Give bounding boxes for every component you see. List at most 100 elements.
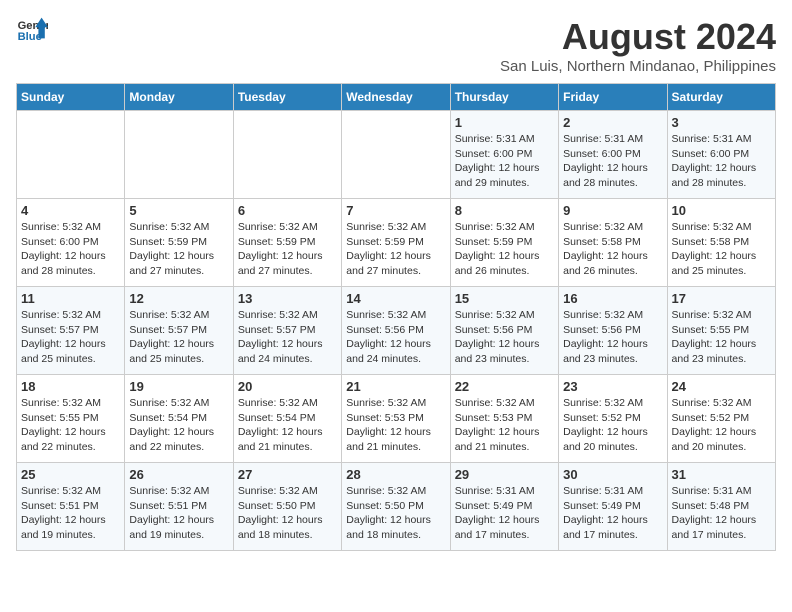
day-info: Sunrise: 5:32 AM Sunset: 5:50 PM Dayligh… bbox=[346, 484, 445, 543]
calendar-cell: 20 Sunrise: 5:32 AM Sunset: 5:54 PM Dayli… bbox=[233, 375, 341, 463]
weekday-header-row: SundayMondayTuesdayWednesdayThursdayFrid… bbox=[17, 84, 776, 111]
day-number: 9 bbox=[563, 203, 662, 218]
day-number: 20 bbox=[238, 379, 337, 394]
day-number: 19 bbox=[129, 379, 228, 394]
day-number: 15 bbox=[455, 291, 554, 306]
day-info: Sunrise: 5:31 AM Sunset: 5:49 PM Dayligh… bbox=[563, 484, 662, 543]
logo-icon: General Blue bbox=[16, 16, 48, 44]
day-number: 27 bbox=[238, 467, 337, 482]
page-header: General Blue August 2024 San Luis, North… bbox=[16, 16, 776, 75]
day-info: Sunrise: 5:32 AM Sunset: 5:59 PM Dayligh… bbox=[346, 220, 445, 279]
calendar-cell: 18 Sunrise: 5:32 AM Sunset: 5:55 PM Dayli… bbox=[17, 375, 125, 463]
day-info: Sunrise: 5:31 AM Sunset: 6:00 PM Dayligh… bbox=[672, 132, 771, 191]
day-info: Sunrise: 5:32 AM Sunset: 5:55 PM Dayligh… bbox=[21, 396, 120, 455]
weekday-header-friday: Friday bbox=[559, 84, 667, 111]
logo: General Blue bbox=[16, 16, 48, 44]
calendar-cell: 4 Sunrise: 5:32 AM Sunset: 6:00 PM Daylig… bbox=[17, 199, 125, 287]
weekday-header-sunday: Sunday bbox=[17, 84, 125, 111]
calendar-cell: 3 Sunrise: 5:31 AM Sunset: 6:00 PM Daylig… bbox=[667, 111, 775, 199]
weekday-header-wednesday: Wednesday bbox=[342, 84, 450, 111]
day-info: Sunrise: 5:31 AM Sunset: 5:49 PM Dayligh… bbox=[455, 484, 554, 543]
calendar-week-row: 25 Sunrise: 5:32 AM Sunset: 5:51 PM Dayli… bbox=[17, 463, 776, 551]
calendar-cell bbox=[125, 111, 233, 199]
calendar-cell: 11 Sunrise: 5:32 AM Sunset: 5:57 PM Dayli… bbox=[17, 287, 125, 375]
calendar-cell: 23 Sunrise: 5:32 AM Sunset: 5:52 PM Dayli… bbox=[559, 375, 667, 463]
calendar-cell: 17 Sunrise: 5:32 AM Sunset: 5:55 PM Dayli… bbox=[667, 287, 775, 375]
day-number: 26 bbox=[129, 467, 228, 482]
day-info: Sunrise: 5:32 AM Sunset: 6:00 PM Dayligh… bbox=[21, 220, 120, 279]
day-number: 7 bbox=[346, 203, 445, 218]
calendar-week-row: 18 Sunrise: 5:32 AM Sunset: 5:55 PM Dayli… bbox=[17, 375, 776, 463]
calendar-cell: 19 Sunrise: 5:32 AM Sunset: 5:54 PM Dayli… bbox=[125, 375, 233, 463]
day-number: 6 bbox=[238, 203, 337, 218]
calendar-cell: 2Sunrise: 5:31 AM Sunset: 6:00 PM Daylig… bbox=[559, 111, 667, 199]
calendar-cell: 13Sunrise: 5:32 AM Sunset: 5:57 PM Dayli… bbox=[233, 287, 341, 375]
day-info: Sunrise: 5:32 AM Sunset: 5:58 PM Dayligh… bbox=[672, 220, 771, 279]
day-info: Sunrise: 5:32 AM Sunset: 5:57 PM Dayligh… bbox=[129, 308, 228, 367]
calendar-week-row: 4 Sunrise: 5:32 AM Sunset: 6:00 PM Daylig… bbox=[17, 199, 776, 287]
calendar-week-row: 1 Sunrise: 5:31 AM Sunset: 6:00 PM Daylig… bbox=[17, 111, 776, 199]
day-number: 12 bbox=[129, 291, 228, 306]
day-number: 22 bbox=[455, 379, 554, 394]
weekday-header-monday: Monday bbox=[125, 84, 233, 111]
day-info: Sunrise: 5:32 AM Sunset: 5:50 PM Dayligh… bbox=[238, 484, 337, 543]
day-number: 8 bbox=[455, 203, 554, 218]
day-info: Sunrise: 5:32 AM Sunset: 5:59 PM Dayligh… bbox=[238, 220, 337, 279]
day-number: 29 bbox=[455, 467, 554, 482]
title-area: August 2024 San Luis, Northern Mindanao,… bbox=[500, 16, 776, 75]
calendar-cell: 24Sunrise: 5:32 AM Sunset: 5:52 PM Dayli… bbox=[667, 375, 775, 463]
calendar-cell: 12 Sunrise: 5:32 AM Sunset: 5:57 PM Dayli… bbox=[125, 287, 233, 375]
day-info: Sunrise: 5:32 AM Sunset: 5:52 PM Dayligh… bbox=[563, 396, 662, 455]
day-info: Sunrise: 5:32 AM Sunset: 5:51 PM Dayligh… bbox=[21, 484, 120, 543]
day-number: 31 bbox=[672, 467, 771, 482]
calendar-cell bbox=[233, 111, 341, 199]
calendar-cell: 7 Sunrise: 5:32 AM Sunset: 5:59 PM Daylig… bbox=[342, 199, 450, 287]
day-number: 24 bbox=[672, 379, 771, 394]
calendar-cell: 10 Sunrise: 5:32 AM Sunset: 5:58 PM Dayli… bbox=[667, 199, 775, 287]
day-info: Sunrise: 5:32 AM Sunset: 5:58 PM Dayligh… bbox=[563, 220, 662, 279]
day-info: Sunrise: 5:32 AM Sunset: 5:56 PM Dayligh… bbox=[346, 308, 445, 367]
day-number: 14 bbox=[346, 291, 445, 306]
day-info: Sunrise: 5:32 AM Sunset: 5:56 PM Dayligh… bbox=[455, 308, 554, 367]
day-info: Sunrise: 5:32 AM Sunset: 5:54 PM Dayligh… bbox=[129, 396, 228, 455]
calendar-week-row: 11 Sunrise: 5:32 AM Sunset: 5:57 PM Dayli… bbox=[17, 287, 776, 375]
day-number: 2 bbox=[563, 115, 662, 130]
day-number: 13 bbox=[238, 291, 337, 306]
day-number: 17 bbox=[672, 291, 771, 306]
day-number: 3 bbox=[672, 115, 771, 130]
day-number: 18 bbox=[21, 379, 120, 394]
day-number: 11 bbox=[21, 291, 120, 306]
day-number: 16 bbox=[563, 291, 662, 306]
day-info: Sunrise: 5:32 AM Sunset: 5:59 PM Dayligh… bbox=[129, 220, 228, 279]
day-info: Sunrise: 5:32 AM Sunset: 5:51 PM Dayligh… bbox=[129, 484, 228, 543]
day-number: 21 bbox=[346, 379, 445, 394]
day-info: Sunrise: 5:32 AM Sunset: 5:53 PM Dayligh… bbox=[455, 396, 554, 455]
day-info: Sunrise: 5:32 AM Sunset: 5:54 PM Dayligh… bbox=[238, 396, 337, 455]
day-info: Sunrise: 5:32 AM Sunset: 5:57 PM Dayligh… bbox=[21, 308, 120, 367]
day-info: Sunrise: 5:32 AM Sunset: 5:56 PM Dayligh… bbox=[563, 308, 662, 367]
calendar-cell: 15 Sunrise: 5:32 AM Sunset: 5:56 PM Dayli… bbox=[450, 287, 558, 375]
day-number: 30 bbox=[563, 467, 662, 482]
day-info: Sunrise: 5:31 AM Sunset: 6:00 PM Dayligh… bbox=[455, 132, 554, 191]
location-title: San Luis, Northern Mindanao, Philippines bbox=[500, 58, 776, 75]
calendar-cell: 6 Sunrise: 5:32 AM Sunset: 5:59 PM Daylig… bbox=[233, 199, 341, 287]
calendar-cell: 28Sunrise: 5:32 AM Sunset: 5:50 PM Dayli… bbox=[342, 463, 450, 551]
day-number: 1 bbox=[455, 115, 554, 130]
month-title: August 2024 bbox=[500, 16, 776, 58]
weekday-header-saturday: Saturday bbox=[667, 84, 775, 111]
calendar-cell: 5Sunrise: 5:32 AM Sunset: 5:59 PM Daylig… bbox=[125, 199, 233, 287]
day-info: Sunrise: 5:32 AM Sunset: 5:59 PM Dayligh… bbox=[455, 220, 554, 279]
weekday-header-thursday: Thursday bbox=[450, 84, 558, 111]
calendar-cell: 8 Sunrise: 5:32 AM Sunset: 5:59 PM Daylig… bbox=[450, 199, 558, 287]
day-number: 23 bbox=[563, 379, 662, 394]
day-info: Sunrise: 5:32 AM Sunset: 5:55 PM Dayligh… bbox=[672, 308, 771, 367]
day-number: 25 bbox=[21, 467, 120, 482]
svg-text:Blue: Blue bbox=[18, 31, 42, 43]
day-number: 4 bbox=[21, 203, 120, 218]
calendar-cell: 21 Sunrise: 5:32 AM Sunset: 5:53 PM Dayli… bbox=[342, 375, 450, 463]
calendar-cell: 27 Sunrise: 5:32 AM Sunset: 5:50 PM Dayli… bbox=[233, 463, 341, 551]
calendar-cell: 1 Sunrise: 5:31 AM Sunset: 6:00 PM Daylig… bbox=[450, 111, 558, 199]
day-info: Sunrise: 5:32 AM Sunset: 5:53 PM Dayligh… bbox=[346, 396, 445, 455]
calendar-table: SundayMondayTuesdayWednesdayThursdayFrid… bbox=[16, 83, 776, 551]
day-number: 10 bbox=[672, 203, 771, 218]
